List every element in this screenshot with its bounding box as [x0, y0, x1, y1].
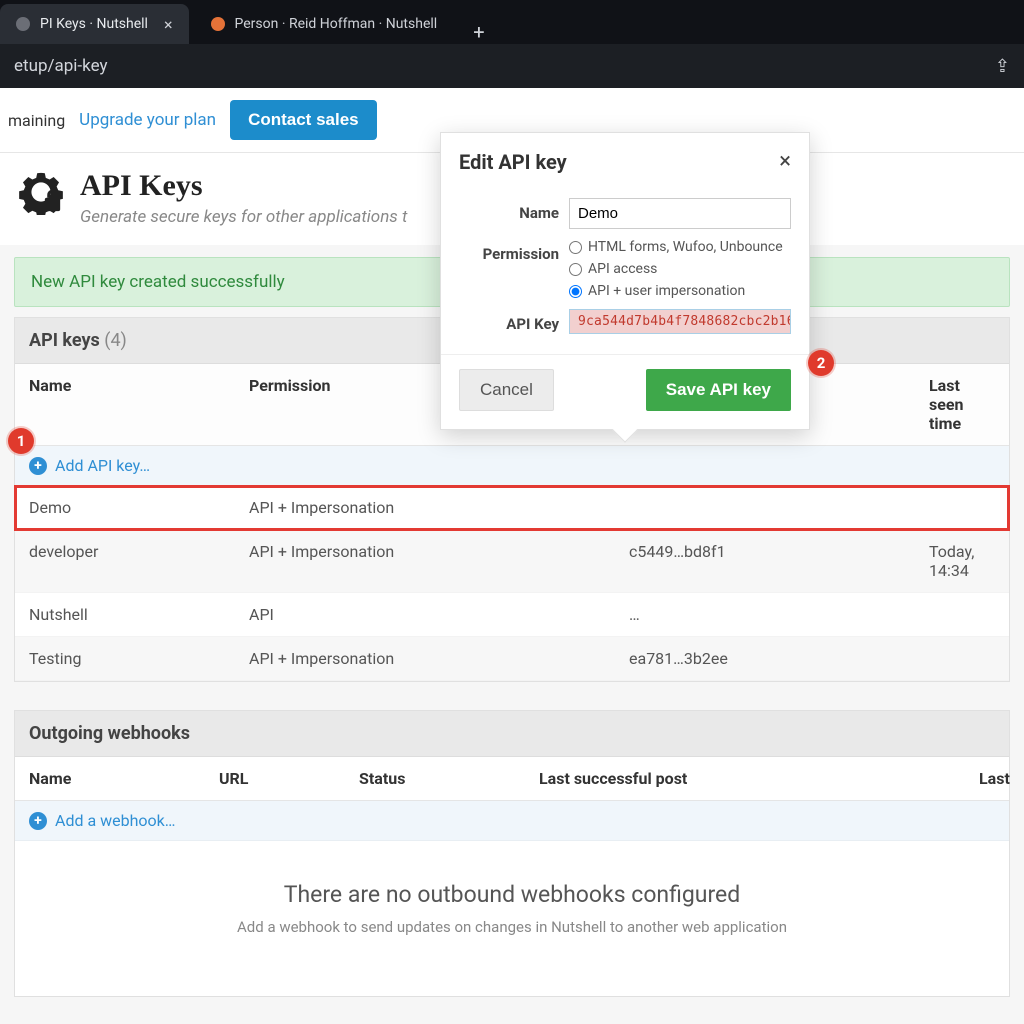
- col-name: Name: [29, 769, 219, 788]
- url-bar[interactable]: etup/api-key ⇪: [0, 44, 1024, 88]
- cell-key: ea781…3b2ee: [629, 649, 929, 668]
- callout-2: 2: [808, 350, 834, 376]
- browser-tabbar: PI Keys · Nutshell × Person · Reid Hoffm…: [0, 0, 1024, 44]
- cell-last-seen: [929, 649, 995, 668]
- cell-key: …: [629, 605, 929, 624]
- empty-subtitle: Add a webhook to send updates on changes…: [35, 918, 989, 936]
- name-input[interactable]: [569, 198, 791, 229]
- add-webhook-row[interactable]: + Add a webhook…: [15, 801, 1009, 841]
- add-webhook-label: Add a webhook…: [55, 811, 176, 830]
- contact-sales-button[interactable]: Contact sales: [230, 100, 377, 140]
- name-label: Name: [459, 198, 559, 222]
- section-title-text: API keys: [29, 330, 100, 351]
- api-key-value[interactable]: 9ca544d7b4b4f7848682cbc2b16: [569, 309, 791, 334]
- remaining-text: maining: [8, 111, 65, 130]
- cell-name: Demo: [29, 498, 249, 517]
- col-last: Last: [979, 769, 1010, 788]
- cell-permission: API + Impersonation: [249, 498, 629, 517]
- table-row[interactable]: Demo API + Impersonation: [15, 486, 1009, 530]
- cell-name: Testing: [29, 649, 249, 668]
- share-icon[interactable]: ⇪: [995, 56, 1010, 77]
- cell-permission: API: [249, 605, 629, 624]
- perm-radio-api[interactable]: API access: [569, 261, 791, 277]
- browser-tab-active[interactable]: PI Keys · Nutshell ×: [0, 4, 189, 44]
- table-row[interactable]: developer API + Impersonation c5449…bd8f…: [15, 530, 1009, 593]
- save-api-key-button[interactable]: Save API key: [646, 369, 791, 411]
- table-row[interactable]: Testing API + Impersonation ea781…3b2ee: [15, 637, 1009, 681]
- webhooks-section: Outgoing webhooks Name URL Status Last s…: [14, 710, 1010, 997]
- perm-radio-html[interactable]: HTML forms, Wufoo, Unbounce: [569, 239, 791, 255]
- page-title: API Keys: [80, 169, 407, 203]
- plus-icon: +: [29, 457, 47, 475]
- gear-lock-icon: [18, 169, 64, 215]
- browser-tab[interactable]: Person · Reid Hoffman · Nutshell: [195, 4, 454, 44]
- table-row[interactable]: Nutshell API …: [15, 593, 1009, 637]
- cancel-button[interactable]: Cancel: [459, 369, 554, 411]
- tab-title: PI Keys · Nutshell: [40, 16, 148, 32]
- col-status: Status: [359, 769, 539, 788]
- cell-name: developer: [29, 542, 249, 580]
- url-text: etup/api-key: [14, 56, 108, 76]
- close-icon[interactable]: ×: [164, 15, 173, 34]
- empty-title: There are no outbound webhooks configure…: [35, 881, 989, 908]
- cell-last-seen: [929, 605, 995, 624]
- col-last-seen: Last seen time: [929, 376, 995, 433]
- col-name: Name: [29, 376, 249, 433]
- cell-key: c5449…bd8f1: [629, 542, 929, 580]
- favicon-icon: [16, 17, 30, 31]
- cell-permission: API + Impersonation: [249, 542, 629, 580]
- cell-key: [629, 498, 929, 517]
- cell-last-seen: [929, 498, 995, 517]
- close-icon[interactable]: ×: [779, 149, 791, 174]
- page-subtitle: Generate secure keys for other applicati…: [80, 207, 407, 227]
- tab-title: Person · Reid Hoffman · Nutshell: [235, 16, 438, 32]
- cell-permission: API + Impersonation: [249, 649, 629, 668]
- cell-last-seen: Today, 14:34: [929, 542, 995, 580]
- favicon-icon: [211, 17, 225, 31]
- new-tab-button[interactable]: +: [459, 20, 498, 44]
- edit-api-key-modal: Edit API key × Name Permission HTML form…: [440, 132, 810, 430]
- add-api-key-label: Add API key…: [55, 456, 150, 475]
- add-api-key-row[interactable]: + Add API key…: [15, 446, 1009, 486]
- modal-title: Edit API key: [459, 150, 567, 174]
- col-last-post: Last successful post: [539, 769, 979, 788]
- section-title: Outgoing webhooks: [15, 711, 1009, 757]
- api-key-label: API Key: [459, 309, 559, 333]
- empty-state: There are no outbound webhooks configure…: [15, 841, 1009, 996]
- cell-name: Nutshell: [29, 605, 249, 624]
- perm-radio-impersonation[interactable]: API + user impersonation: [569, 283, 791, 299]
- section-count: (4): [104, 330, 127, 351]
- callout-1: 1: [8, 428, 34, 454]
- plus-icon: +: [29, 812, 47, 830]
- table-header: Name URL Status Last successful post Las…: [15, 757, 1009, 801]
- col-url: URL: [219, 769, 359, 788]
- upgrade-link[interactable]: Upgrade your plan: [79, 110, 216, 130]
- permission-label: Permission: [459, 239, 559, 263]
